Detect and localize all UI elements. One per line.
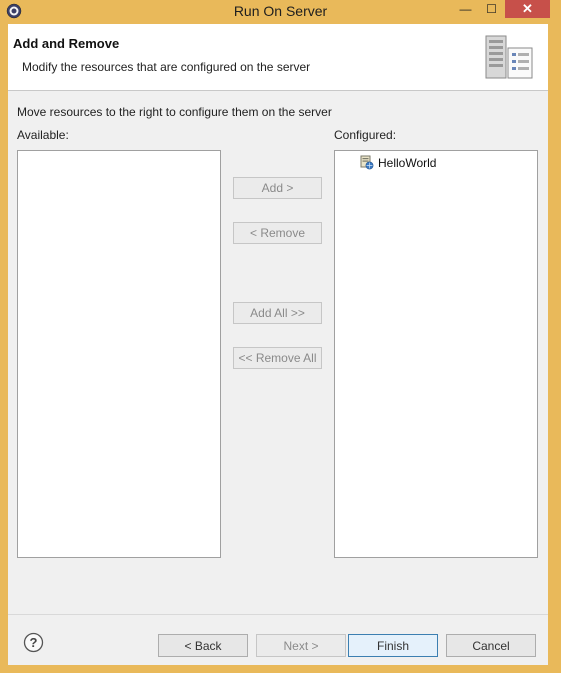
wizard-header: Add and Remove Modify the resources that… [8, 24, 548, 91]
server-banner-icon [485, 35, 533, 79]
footer-divider [8, 614, 548, 615]
run-on-server-dialog: Add and Remove Modify the resources that… [8, 24, 548, 665]
configured-label: Configured: [334, 128, 397, 142]
cancel-button[interactable]: Cancel [446, 634, 536, 657]
remove-button[interactable]: < Remove [233, 222, 322, 244]
next-button[interactable]: Next > [256, 634, 346, 657]
minimize-button[interactable]: — [452, 0, 479, 18]
title-bar[interactable]: Run On Server — ☐ ✕ [0, 0, 561, 24]
back-button[interactable]: < Back [158, 634, 248, 657]
remove-all-button[interactable]: << Remove All [233, 347, 322, 369]
close-button[interactable]: ✕ [505, 0, 550, 18]
available-list[interactable] [17, 150, 221, 558]
finish-button[interactable]: Finish [348, 634, 438, 657]
add-all-button[interactable]: Add All >> [233, 302, 322, 324]
page-description: Modify the resources that are configured… [22, 60, 311, 74]
add-button[interactable]: Add > [233, 177, 322, 199]
web-module-icon [360, 155, 374, 170]
list-item-label: HelloWorld [378, 155, 437, 170]
instruction-text: Move resources to the right to configure… [17, 105, 332, 119]
list-item[interactable]: HelloWorld [359, 155, 436, 170]
page-title: Add and Remove [13, 36, 120, 51]
svg-text:?: ? [30, 635, 38, 650]
help-icon[interactable]: ? [23, 632, 44, 653]
maximize-button[interactable]: ☐ [478, 0, 505, 18]
configured-list[interactable]: HelloWorld [334, 150, 538, 558]
available-label: Available: [17, 128, 69, 142]
